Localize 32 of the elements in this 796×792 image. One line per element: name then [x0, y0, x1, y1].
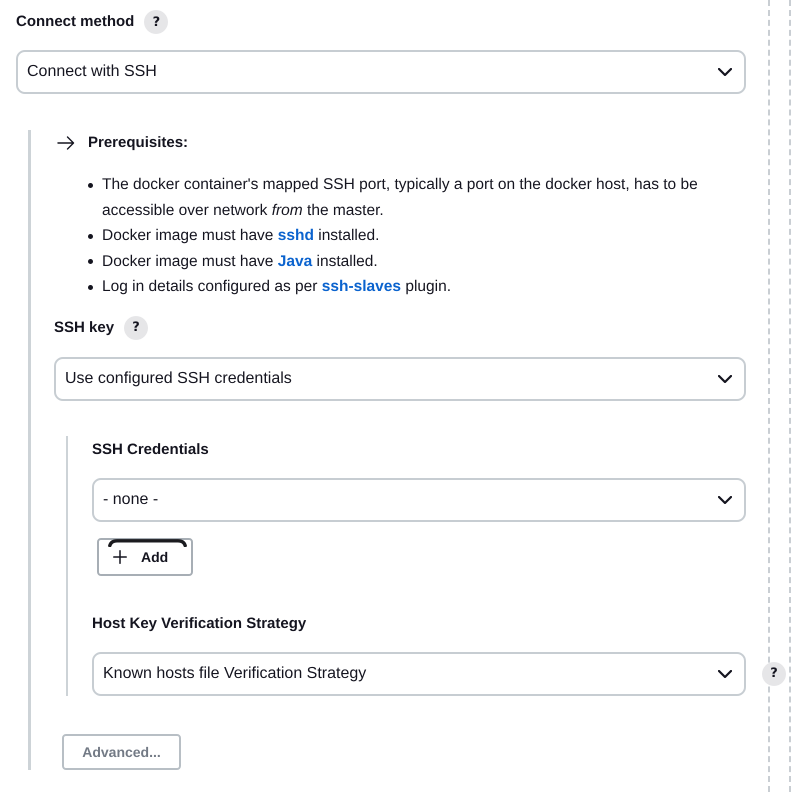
chevron-down-icon: [718, 68, 732, 76]
bullet-icon: [88, 234, 93, 238]
ssh-credentials-dropdown[interactable]: - none -: [92, 478, 746, 522]
ssh-key-dropdown[interactable]: Use configured SSH credentials: [54, 356, 746, 400]
ssh-key-label: SSH key: [54, 318, 114, 338]
advanced-button[interactable]: Advanced...: [62, 734, 181, 770]
add-button[interactable]: Add: [97, 538, 193, 576]
help-button[interactable]: ?: [124, 316, 148, 340]
arrow-right-icon: [57, 136, 75, 150]
bullet-icon: [88, 182, 93, 188]
prerequisite-text: Docker image must have sshd installed.: [102, 226, 380, 246]
prerequisite-text: Log in details configured as per ssh-slaves plugin.: [102, 277, 451, 297]
connect-method-label: Connect method: [16, 12, 134, 32]
link[interactable]: Java: [278, 252, 312, 270]
chevron-down-icon: [718, 670, 732, 678]
host-key-verification-dropdown[interactable]: Known hosts file Verification Strategy: [92, 652, 746, 696]
prerequisites-heading: Prerequisites:: [88, 133, 188, 153]
link[interactable]: sshd: [278, 227, 314, 244]
prerequisite-text: Docker image must have Java installed.: [102, 252, 378, 272]
chevron-down-icon: [718, 374, 732, 382]
prerequisite-text: The docker container's mapped SSH port, typically a port on the docker host, has to be accessible over network from the master.: [102, 175, 699, 220]
host-key-verification-label: Host Key Verification Strategy: [92, 614, 306, 634]
ssh-credentials-label: SSH Credentials: [92, 440, 209, 460]
bullet-icon: [88, 284, 93, 290]
help-button[interactable]: ?: [762, 662, 786, 686]
bullet-icon: [88, 259, 93, 264]
chevron-down-icon: [718, 496, 732, 504]
curved-bar-icon: [108, 538, 187, 546]
plus-icon: [113, 550, 127, 564]
connect-method-dropdown[interactable]: Connect with SSH: [16, 50, 746, 94]
link[interactable]: ssh-slaves: [322, 278, 402, 295]
help-button[interactable]: ?: [144, 10, 168, 34]
